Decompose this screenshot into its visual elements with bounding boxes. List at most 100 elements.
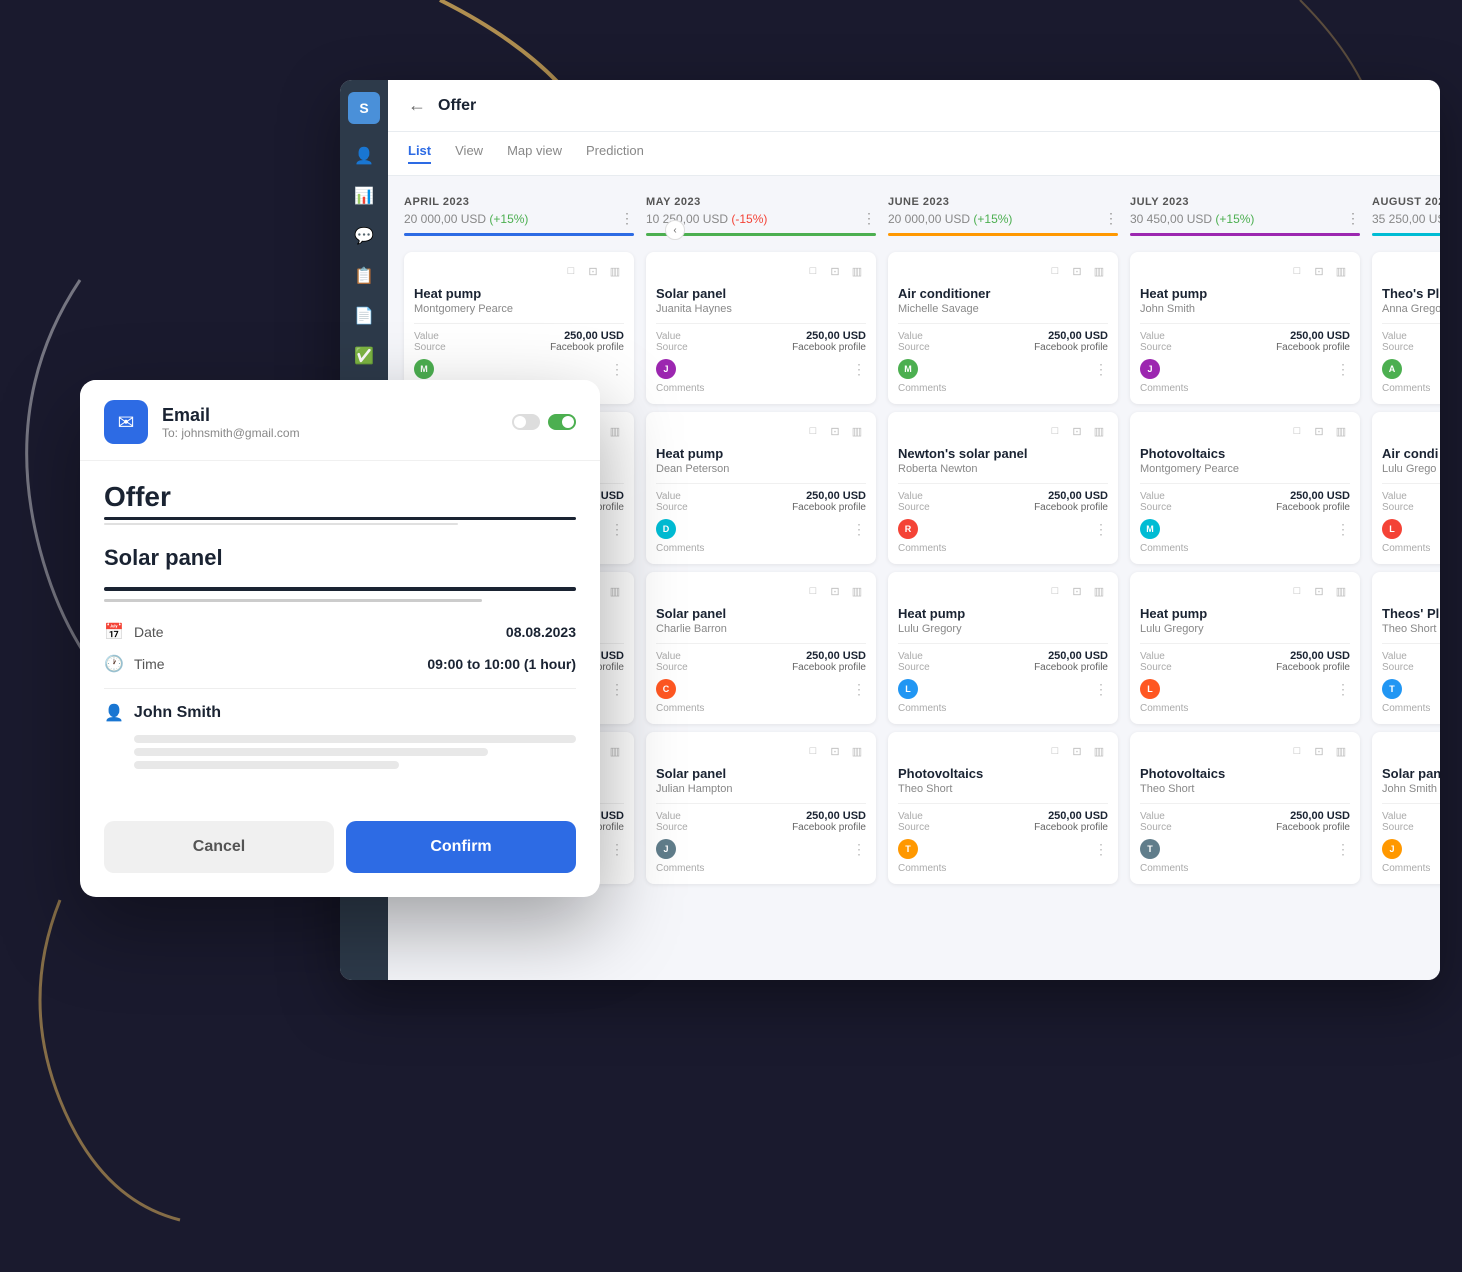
column-bar-3 (1130, 233, 1360, 236)
card-action-icon[interactable]: ▥ (606, 262, 624, 280)
card-more-button[interactable]: ⋮ (1336, 361, 1350, 378)
card-action-icon[interactable]: ▥ (1090, 422, 1108, 440)
card-more-button[interactable]: ⋮ (1336, 521, 1350, 538)
card-action-icon[interactable]: ▥ (1332, 742, 1350, 760)
card-action-icon[interactable]: ▥ (848, 422, 866, 440)
card-action-icon[interactable]: ⊡ (826, 262, 844, 280)
column-options-0[interactable]: ⋮ (620, 210, 634, 227)
card-action-icon[interactable]: □ (1046, 262, 1064, 280)
card-action-icon[interactable]: ⊡ (826, 742, 844, 760)
sidebar-item-doc[interactable]: 📄 (348, 300, 380, 332)
card-action-icon[interactable]: □ (1046, 742, 1064, 760)
sidebar-item-chart[interactable]: 📊 (348, 180, 380, 212)
card-more-button[interactable]: ⋮ (610, 361, 624, 378)
card-action-icon[interactable]: □ (804, 422, 822, 440)
card-more-button[interactable]: ⋮ (610, 521, 624, 538)
card-2-1[interactable]: □⊡▥Newton's solar panelRoberta NewtonVal… (888, 412, 1118, 564)
card-action-icon[interactable]: ⊡ (1068, 422, 1086, 440)
card-action-icon[interactable]: □ (1288, 742, 1306, 760)
card-2-3[interactable]: □⊡▥PhotovoltaicsTheo ShortValue250,00 US… (888, 732, 1118, 884)
card-action-icon[interactable]: ⊡ (826, 422, 844, 440)
sidebar-collapse-button[interactable]: ‹ (665, 220, 685, 240)
card-action-icon[interactable]: □ (1288, 262, 1306, 280)
card-action-icon[interactable]: ⊡ (826, 582, 844, 600)
card-4-0[interactable]: □⊡▥Theo's PlAnna GregoValue250,00 USDSou… (1372, 252, 1440, 404)
card-more-button[interactable]: ⋮ (610, 681, 624, 698)
card-3-3[interactable]: □⊡▥PhotovoltaicsTheo ShortValue250,00 US… (1130, 732, 1360, 884)
card-action-icon[interactable]: ▥ (1332, 422, 1350, 440)
card-action-icon[interactable]: ⊡ (584, 262, 602, 280)
card-action-icon[interactable]: □ (562, 262, 580, 280)
card-more-button[interactable]: ⋮ (1094, 361, 1108, 378)
card-2-2[interactable]: □⊡▥Heat pumpLulu GregoryValue250,00 USDS… (888, 572, 1118, 724)
card-more-button[interactable]: ⋮ (1094, 521, 1108, 538)
sidebar-logo[interactable]: S (348, 92, 380, 124)
card-action-icon[interactable]: □ (804, 582, 822, 600)
card-action-icon[interactable]: ▥ (1332, 262, 1350, 280)
toggle-on[interactable] (548, 414, 576, 430)
card-4-2[interactable]: □⊡▥Theos' PlTheo ShortValue250,00 USDSou… (1372, 572, 1440, 724)
modal-toggle[interactable] (512, 414, 576, 430)
card-2-0[interactable]: □⊡▥Air conditionerMichelle SavageValue25… (888, 252, 1118, 404)
card-action-icon[interactable]: ⊡ (1310, 742, 1328, 760)
sidebar-item-chat[interactable]: 💬 (348, 220, 380, 252)
card-action-icon[interactable]: ▥ (848, 742, 866, 760)
card-action-icon[interactable]: □ (804, 742, 822, 760)
confirm-button[interactable]: Confirm (346, 821, 576, 873)
card-3-0[interactable]: □⊡▥Heat pumpJohn SmithValue250,00 USDSou… (1130, 252, 1360, 404)
card-action-icon[interactable]: □ (1288, 422, 1306, 440)
card-3-1[interactable]: □⊡▥PhotovoltaicsMontgomery PearceValue25… (1130, 412, 1360, 564)
card-more-button[interactable]: ⋮ (1336, 681, 1350, 698)
card-more-button[interactable]: ⋮ (1094, 841, 1108, 858)
card-action-icon[interactable]: ⊡ (1310, 582, 1328, 600)
source-label: Source (898, 662, 930, 673)
sidebar-item-check[interactable]: ✅ (348, 340, 380, 372)
column-options-3[interactable]: ⋮ (1346, 210, 1360, 227)
back-button[interactable]: ← (408, 95, 426, 116)
tab-prediction[interactable]: Prediction (586, 143, 644, 164)
tab-map-view[interactable]: Map view (507, 143, 562, 164)
card-action-icon[interactable]: ▥ (848, 582, 866, 600)
card-action-icon[interactable]: ▥ (606, 422, 624, 440)
card-more-button[interactable]: ⋮ (852, 841, 866, 858)
card-more-button[interactable]: ⋮ (1336, 841, 1350, 858)
sidebar-item-user[interactable]: 👤 (348, 140, 380, 172)
card-3-2[interactable]: □⊡▥Heat pumpLulu GregoryValue250,00 USDS… (1130, 572, 1360, 724)
card-1-3[interactable]: □⊡▥Solar panelJulian HamptonValue250,00 … (646, 732, 876, 884)
card-1-2[interactable]: □⊡▥Solar panelCharlie BarronValue250,00 … (646, 572, 876, 724)
card-more-button[interactable]: ⋮ (852, 361, 866, 378)
card-action-icon[interactable]: ▥ (1090, 262, 1108, 280)
source-label: Source (656, 502, 688, 513)
card-4-3[interactable]: □⊡▥Solar panJohn SmithValue250,00 USDSou… (1372, 732, 1440, 884)
card-action-icon[interactable]: ▥ (1090, 742, 1108, 760)
card-action-icon[interactable]: ⊡ (1310, 262, 1328, 280)
card-action-icon[interactable]: □ (1288, 582, 1306, 600)
card-1-1[interactable]: □⊡▥Heat pumpDean PetersonValue250,00 USD… (646, 412, 876, 564)
toggle-off[interactable] (512, 414, 540, 430)
card-1-0[interactable]: □⊡▥Solar panelJuanita HaynesValue250,00 … (646, 252, 876, 404)
card-action-icon[interactable]: □ (1046, 582, 1064, 600)
card-action-icon[interactable]: ▥ (1090, 582, 1108, 600)
card-action-icon[interactable]: ▥ (606, 742, 624, 760)
cancel-button[interactable]: Cancel (104, 821, 334, 873)
card-action-icon[interactable]: □ (1046, 422, 1064, 440)
column-options-1[interactable]: ⋮ (862, 210, 876, 227)
sidebar-item-list[interactable]: 📋 (348, 260, 380, 292)
tab-list[interactable]: List (408, 143, 431, 164)
card-more-button[interactable]: ⋮ (1094, 681, 1108, 698)
card-action-icon[interactable]: ⊡ (1068, 262, 1086, 280)
card-more-button[interactable]: ⋮ (610, 841, 624, 858)
card-comments: Comments (1382, 543, 1440, 554)
card-action-icon[interactable]: ▥ (606, 582, 624, 600)
card-more-button[interactable]: ⋮ (852, 681, 866, 698)
card-action-icon[interactable]: ⊡ (1310, 422, 1328, 440)
card-action-icon[interactable]: ⊡ (1068, 742, 1086, 760)
card-4-1[interactable]: □⊡▥Air condiLulu GregoValue250,00 USDSou… (1372, 412, 1440, 564)
card-more-button[interactable]: ⋮ (852, 521, 866, 538)
card-action-icon[interactable]: □ (804, 262, 822, 280)
card-action-icon[interactable]: ▥ (848, 262, 866, 280)
card-action-icon[interactable]: ▥ (1332, 582, 1350, 600)
column-options-2[interactable]: ⋮ (1104, 210, 1118, 227)
tab-view[interactable]: View (455, 143, 483, 164)
card-action-icon[interactable]: ⊡ (1068, 582, 1086, 600)
